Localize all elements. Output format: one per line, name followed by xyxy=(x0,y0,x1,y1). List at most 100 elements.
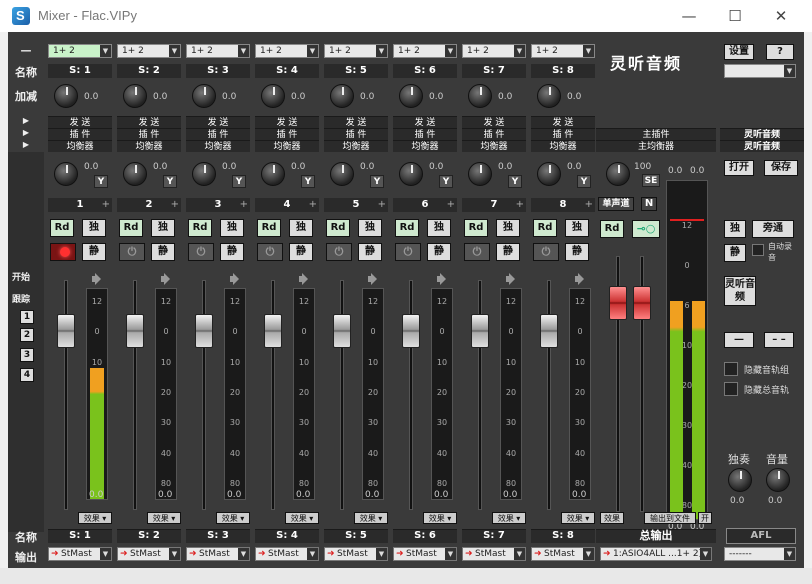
auto-record-box[interactable] xyxy=(752,244,764,256)
master-effect-button[interactable]: 效果 xyxy=(600,512,624,524)
send-cell[interactable]: 发 送 xyxy=(186,116,250,128)
solo-button[interactable]: 独 xyxy=(289,219,313,237)
effect-button[interactable]: 效果 ▾ xyxy=(354,512,388,524)
minimize-button[interactable]: — xyxy=(666,4,712,28)
gain-knob[interactable] xyxy=(54,84,78,108)
effect-button[interactable]: 效果 ▾ xyxy=(561,512,595,524)
eq-cell[interactable]: 均衡器 xyxy=(186,140,250,152)
speaker-icon[interactable] xyxy=(90,272,104,286)
gain-knob[interactable] xyxy=(330,84,354,108)
send-cell[interactable]: 发 送 xyxy=(531,116,595,128)
speaker-icon[interactable] xyxy=(435,272,449,286)
effect-button[interactable]: 效果 ▾ xyxy=(492,512,526,524)
pan-knob[interactable] xyxy=(261,162,285,186)
track-3-button[interactable]: 3 xyxy=(20,348,34,362)
output-to-file-on[interactable]: 开 xyxy=(698,512,712,524)
gain-knob[interactable] xyxy=(192,84,216,108)
pan-knob[interactable] xyxy=(330,162,354,186)
y-button[interactable]: Y xyxy=(439,175,453,188)
effect-button[interactable]: 效果 ▾ xyxy=(216,512,250,524)
solo-button[interactable]: 独 xyxy=(565,219,589,237)
afl-button[interactable]: AFL xyxy=(726,528,796,544)
send-cell[interactable]: 发 送 xyxy=(255,116,319,128)
plus-icon[interactable]: + xyxy=(516,198,524,212)
solo-button[interactable]: 独 xyxy=(82,219,106,237)
settings-button[interactable]: 设置 xyxy=(724,44,754,60)
plugin-cell[interactable]: 插 件 xyxy=(186,128,250,140)
hide-all-box[interactable] xyxy=(724,382,738,396)
input-select[interactable]: 1+ 2 ▼ xyxy=(186,44,250,58)
send-cell[interactable]: 发 送 xyxy=(48,116,112,128)
volume-fader[interactable] xyxy=(333,314,351,348)
volume-knob[interactable] xyxy=(766,468,790,492)
volume-fader[interactable] xyxy=(126,314,144,348)
plugin-cell[interactable]: 插 件 xyxy=(531,128,595,140)
input-select[interactable]: 1+ 2 ▼ xyxy=(255,44,319,58)
output-select[interactable]: StMast ▼ xyxy=(186,547,250,561)
plus-icon[interactable]: + xyxy=(447,198,455,212)
plus-icon[interactable]: + xyxy=(378,198,386,212)
rd-button[interactable]: Rd xyxy=(50,219,74,237)
plugin-cell[interactable]: 插 件 xyxy=(393,128,457,140)
gain-knob[interactable] xyxy=(537,84,561,108)
channel-name[interactable]: S: 4 xyxy=(255,64,319,78)
volume-fader[interactable] xyxy=(195,314,213,348)
y-button[interactable]: Y xyxy=(301,175,315,188)
rd-button[interactable]: Rd xyxy=(257,219,281,237)
brand-button[interactable]: 灵听音频 xyxy=(724,276,756,306)
master-eq-cell[interactable]: 主均衡器 xyxy=(596,140,716,152)
output-to-file-button[interactable]: 输出到文件 xyxy=(644,512,696,524)
mono-button[interactable]: 单声道 xyxy=(598,197,634,211)
y-button[interactable]: Y xyxy=(163,175,177,188)
pan-knob[interactable] xyxy=(468,162,492,186)
master-solo-button[interactable]: 独 xyxy=(724,220,746,238)
eq-cell[interactable]: 均衡器 xyxy=(255,140,319,152)
track-4-button[interactable]: 4 xyxy=(20,368,34,382)
gain-knob[interactable] xyxy=(468,84,492,108)
speaker-icon[interactable] xyxy=(504,272,518,286)
eq-cell[interactable]: 均衡器 xyxy=(531,140,595,152)
output-select[interactable]: StMast ▼ xyxy=(531,547,595,561)
input-select[interactable]: 1+ 2 ▼ xyxy=(531,44,595,58)
output-select[interactable]: StMast ▼ xyxy=(117,547,181,561)
mute-button[interactable]: 静 xyxy=(496,243,520,261)
master-fader-right[interactable] xyxy=(633,286,651,320)
track-1-button[interactable]: 1 xyxy=(20,310,34,324)
channel-name[interactable]: S: 5 xyxy=(324,64,388,78)
master-pan-knob[interactable] xyxy=(606,162,630,186)
channel-name[interactable]: S: 7 xyxy=(462,64,526,78)
expand-plugin-arrow[interactable]: ▶ xyxy=(8,128,44,137)
effect-button[interactable]: 效果 ▾ xyxy=(147,512,181,524)
y-button[interactable]: Y xyxy=(577,175,591,188)
speaker-icon[interactable] xyxy=(159,272,173,286)
expand-send-arrow[interactable]: ▶ xyxy=(8,116,44,125)
open-button[interactable]: 打开 xyxy=(724,160,754,176)
plugin-cell[interactable]: 插 件 xyxy=(462,128,526,140)
eq-cell[interactable]: 均衡器 xyxy=(48,140,112,152)
mute-button[interactable]: 静 xyxy=(427,243,451,261)
power-button[interactable] xyxy=(119,243,145,261)
rd-button[interactable]: Rd xyxy=(533,219,557,237)
channel-name[interactable]: S: 8 xyxy=(531,64,595,78)
mute-button[interactable]: 静 xyxy=(220,243,244,261)
solo-volume-knob[interactable] xyxy=(728,468,752,492)
solo-button[interactable]: 独 xyxy=(151,219,175,237)
channel-name[interactable]: S: 3 xyxy=(186,64,250,78)
plugin-cell[interactable]: 插 件 xyxy=(255,128,319,140)
master-plugin-cell[interactable]: 主插件 xyxy=(596,128,716,140)
pan-knob[interactable] xyxy=(54,162,78,186)
hide-group-box[interactable] xyxy=(724,362,738,376)
n-button[interactable]: N xyxy=(641,197,657,211)
master-link-icon[interactable]: ⊸○ xyxy=(632,220,660,238)
expand-eq-arrow[interactable]: ▶ xyxy=(8,140,44,149)
plus-icon[interactable]: + xyxy=(309,198,317,212)
solo-button[interactable]: 独 xyxy=(427,219,451,237)
volume-fader[interactable] xyxy=(540,314,558,348)
gain-knob[interactable] xyxy=(123,84,147,108)
output-select[interactable]: StMast ▼ xyxy=(324,547,388,561)
preset-select[interactable]: ▼ xyxy=(724,64,796,78)
master-fader-left[interactable] xyxy=(609,286,627,320)
solo-button[interactable]: 独 xyxy=(358,219,382,237)
send-cell[interactable]: 发 送 xyxy=(393,116,457,128)
plugin-cell[interactable]: 插 件 xyxy=(324,128,388,140)
